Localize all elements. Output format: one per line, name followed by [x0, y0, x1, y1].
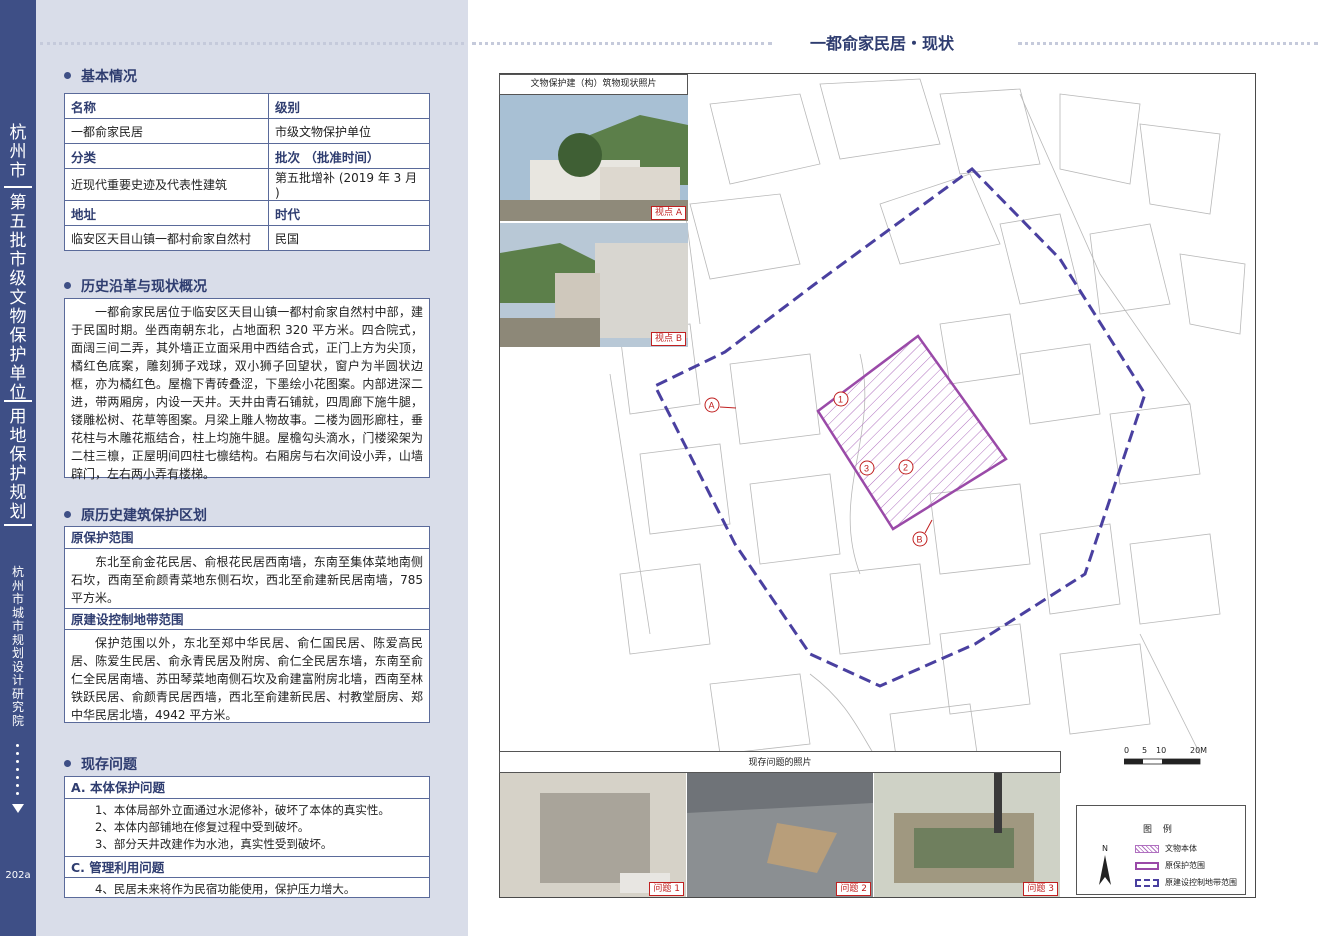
problem-3-label: 问题 3: [1023, 882, 1058, 896]
photo-problem-2-image: [687, 773, 873, 897]
sidebar-strip: 杭州市 第五批市级文物保护单位 用地保护规划 杭州市城市规划设计研究院 202a: [0, 0, 36, 936]
photo-problem-2: 问题 2: [687, 773, 873, 897]
scale-label: 20M: [1190, 746, 1208, 755]
list-item: 2、本体内部铺地在修复过程中受到破坏。: [95, 820, 310, 834]
top-dotted-rule: [1018, 42, 1318, 45]
bullet-icon: [64, 71, 71, 79]
history-text: 一都俞家民居位于临安区天目山镇一都村俞家自然村中部，建于民国时期。坐西南朝东北，…: [71, 305, 423, 481]
sidebar-title-plan: 用地保护规划: [9, 407, 27, 522]
sidebar-divider: [4, 524, 32, 526]
list-item: 3、部分天井改建作为水池，真实性受到破坏。: [95, 837, 333, 851]
name-label: 名称: [64, 93, 269, 119]
basic-info-table: 名称 级别 一都俞家民居 市级文物保护单位 分类 批次 （批准时间） 近现代重要…: [64, 93, 430, 251]
era-value: 民国: [268, 225, 430, 251]
era-label: 时代: [268, 200, 430, 226]
address-value: 临安区天目山镇一都村俞家自然村: [64, 225, 269, 251]
issue-a-list: 1、本体局部外立面通过水泥修补，破坏了本体的真实性。 2、本体内部铺地在修复过程…: [65, 799, 429, 856]
legend-title: 图 例: [1143, 825, 1176, 835]
photo-problem-1: 问题 1: [500, 773, 686, 897]
photo-view-a: 视点 A: [500, 95, 688, 221]
issue-a-label: A. 本体保护问题: [65, 777, 429, 799]
problem-2-label: 问题 2: [836, 882, 871, 896]
history-box: 一都俞家民居位于临安区天目山镇一都村俞家自然村中部，建于民国时期。坐西南朝东北，…: [64, 298, 430, 481]
protect-range-text: 东北至俞金花民居、俞根花民居西南墙，东南至集体菜地南侧石坎，西南至俞颜青菜地东侧…: [71, 555, 423, 605]
name-value: 一都俞家民居: [64, 118, 269, 144]
batch-value: 第五批增补 (2019 年 3 月 ): [268, 168, 430, 201]
problems-caption: 现存问题的照片: [499, 751, 1061, 773]
arrow-down-icon: [12, 804, 24, 813]
level-label: 级别: [268, 93, 430, 119]
list-item: 1、本体局部外立面通过水泥修补，破坏了本体的真实性。: [95, 803, 390, 817]
photo-view-b-image: [500, 223, 688, 347]
batch-label: 批次 （批准时间）: [268, 143, 430, 169]
swatch-hatch-icon: [1135, 844, 1159, 853]
photo-problem-1-image: [500, 773, 686, 897]
protect-zone-boundary: [816, 334, 1008, 531]
bullet-icon: [64, 281, 71, 289]
legend-item-control: 原建设控制地带范围: [1135, 878, 1237, 888]
issue-c-list: 4、民居未来将作为民宿功能使用，保护压力增大。: [65, 878, 429, 901]
control-range-label: 原建设控制地带范围: [65, 608, 429, 630]
photo-view-a-image: [500, 95, 688, 221]
problem-1-label: 问题 1: [649, 882, 684, 896]
bullet-icon: [64, 510, 71, 518]
protect-range-label: 原保护范围: [65, 527, 429, 549]
photo-problem-3: 问题 3: [874, 773, 1060, 897]
category-value: 近现代重要史迹及代表性建筑: [64, 168, 269, 201]
north-arrow: N: [1097, 844, 1113, 889]
north-arrow-icon: [1099, 855, 1111, 885]
sidebar-divider: [4, 400, 32, 402]
top-dotted-rule: [472, 42, 772, 45]
scale-bar-graphic: [1123, 758, 1201, 765]
sidebar-divider: [4, 186, 32, 188]
legend-item-protect: 原保护范围: [1135, 861, 1205, 871]
sidebar-title-units: 第五批市级文物保护单位: [9, 193, 27, 403]
photo-view-b: 视点 B: [500, 223, 688, 347]
bullet-icon: [64, 759, 71, 767]
svg-text:1: 1: [838, 395, 843, 405]
zoning-box: 原保护范围 东北至俞金花民居、俞根花民居西南墙，东南至集体菜地南侧石坎，西南至俞…: [64, 526, 430, 723]
legend: 图 例 N 文物本体 原保护范围 原建设控制地带范围: [1076, 805, 1246, 895]
sidebar-title-city: 杭州市: [9, 123, 27, 181]
address-label: 地址: [64, 200, 269, 226]
sidebar-institute: 杭州市城市规划设计研究院: [11, 565, 24, 728]
view-b-label: 视点 B: [650, 332, 686, 346]
scale-label: 5: [1142, 746, 1148, 755]
issues-box: A. 本体保护问题 1、本体局部外立面通过水泥修补，破坏了本体的真实性。 2、本…: [64, 776, 430, 898]
section-title-issues: 现存问题: [64, 754, 137, 774]
page-title: 一都俞家民居・现状: [809, 34, 954, 53]
section-title-history: 历史沿革与现状概况: [64, 276, 207, 296]
photo-problem-3-image: [874, 773, 1060, 897]
sidebar-dots: [16, 744, 20, 800]
control-range-text: 保护范围以外，东北至郑中华民居、俞仁国民居、陈爱高民居、陈爱生民居、俞永青民居及…: [71, 636, 423, 722]
top-dotted-rule: [40, 42, 464, 45]
section-title-basic: 基本情况: [64, 66, 137, 86]
north-label: N: [1102, 844, 1108, 853]
category-label: 分类: [64, 143, 269, 169]
photo-caption: 文物保护建（构）筑物现状照片: [499, 74, 688, 95]
level-value: 市级文物保护单位: [268, 118, 430, 144]
svg-text:3: 3: [864, 464, 869, 474]
issue-c-label: C. 管理利用问题: [65, 856, 429, 878]
page-number: 202a: [5, 870, 31, 881]
view-a-label: 视点 A: [650, 206, 686, 220]
svg-text:2: 2: [903, 463, 908, 473]
swatch-protect-icon: [1135, 861, 1159, 870]
legend-item-body: 文物本体: [1135, 844, 1197, 854]
scale-label: 0: [1124, 746, 1130, 755]
section-title-zoning: 原历史建筑保护区划: [64, 505, 207, 525]
scale-label: 10: [1156, 746, 1167, 755]
scale-bar: 0 5 10 20M: [1123, 746, 1208, 768]
swatch-control-icon: [1135, 878, 1159, 887]
svg-text:B: B: [917, 535, 923, 545]
svg-text:A: A: [709, 401, 715, 411]
list-item: 4、民居未来将作为民宿功能使用，保护压力增大。: [95, 882, 356, 896]
